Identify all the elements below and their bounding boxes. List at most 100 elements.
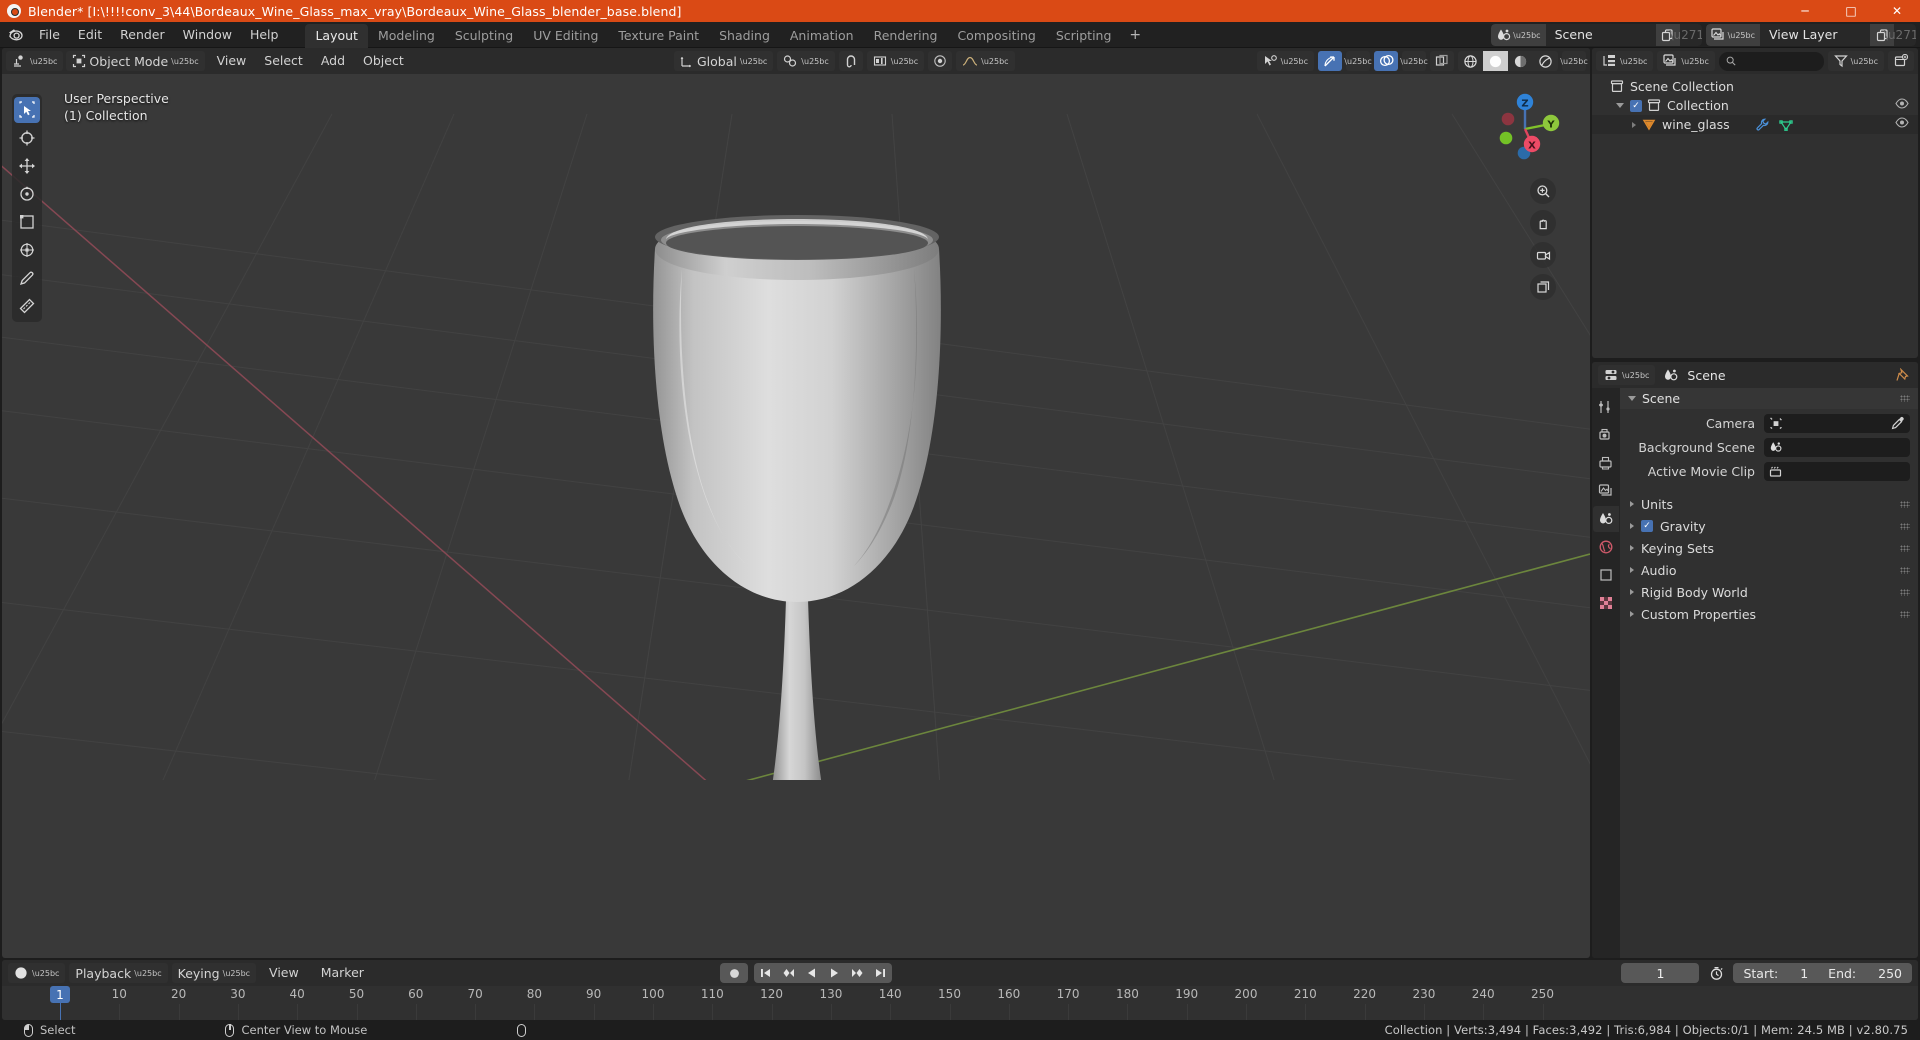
timeline-marker-menu[interactable]: Marker <box>312 963 373 983</box>
modifier-icon[interactable] <box>1756 118 1769 131</box>
start-frame-field[interactable]: Start: 1 <box>1733 963 1819 983</box>
xray-toggle[interactable] <box>1430 51 1454 71</box>
shading-dropdown[interactable]: \u25bc <box>1560 51 1588 71</box>
chevron-right-icon[interactable] <box>1630 567 1634 573</box>
workspace-tab-uv-editing[interactable]: UV Editing <box>523 24 608 48</box>
move-view-button[interactable] <box>1530 210 1556 236</box>
disclosure-triangle-icon[interactable] <box>1616 103 1624 108</box>
navigation-gizmo[interactable]: Z Y X <box>1484 88 1566 170</box>
outliner-new-collection-button[interactable] <box>1888 51 1914 71</box>
outliner-row-collection[interactable]: ✓ Collection <box>1592 96 1918 115</box>
proportional-falloff-selector[interactable]: \u25bc <box>956 51 1015 71</box>
visibility-checkbox[interactable]: ✓ <box>1630 99 1642 112</box>
outliner-display-mode-selector[interactable]: \u25bc <box>1657 51 1715 71</box>
properties-editor-type-selector[interactable]: \u25bc <box>1598 365 1656 385</box>
use-preview-range-icon[interactable] <box>1705 963 1727 983</box>
chevron-right-icon[interactable] <box>1630 589 1634 595</box>
gizmo-toggle[interactable] <box>1318 51 1342 71</box>
property-section-keying-sets[interactable]: Keying Sets <box>1620 538 1918 558</box>
workspace-tab-layout[interactable]: Layout <box>305 23 368 48</box>
menu-render[interactable]: Render <box>111 25 174 45</box>
jump-to-start-button[interactable] <box>754 963 777 983</box>
outliner-search-field[interactable] <box>1740 54 1817 68</box>
chevron-right-icon[interactable] <box>1630 523 1634 529</box>
current-frame-field[interactable]: 1 <box>1621 963 1700 983</box>
shading-solid[interactable] <box>1483 51 1508 71</box>
properties-tab-texture[interactable] <box>1593 590 1619 616</box>
cursor-tool[interactable] <box>14 125 40 151</box>
rotate-tool[interactable] <box>14 181 40 207</box>
disclosure-triangle-icon[interactable] <box>1632 121 1636 128</box>
timeline-view-menu[interactable]: View <box>260 963 308 983</box>
shading-material-preview[interactable] <box>1508 51 1533 71</box>
workspace-tab-shading[interactable]: Shading <box>709 24 780 48</box>
auto-keying-button[interactable] <box>720 963 748 983</box>
menu-help[interactable]: Help <box>241 25 288 45</box>
viewlayer-selector[interactable]: \u25bc View Layer \u2715 <box>1705 24 1916 46</box>
scene-panel-header[interactable]: Scene <box>1620 388 1918 409</box>
pin-id-icon[interactable] <box>1896 368 1910 382</box>
eye-icon[interactable] <box>1895 117 1909 128</box>
property-section-audio[interactable]: Audio <box>1620 560 1918 580</box>
previous-keyframe-button[interactable] <box>777 963 800 983</box>
chevron-right-icon[interactable] <box>1630 545 1634 551</box>
workspace-tab-modeling[interactable]: Modeling <box>368 24 445 48</box>
menu-file[interactable]: File <box>30 25 69 45</box>
select-box-tool[interactable] <box>14 97 40 123</box>
transform-orientation-selector[interactable]: Global \u25bc <box>674 51 774 71</box>
workspace-tab-compositing[interactable]: Compositing <box>947 24 1045 48</box>
overlays-dropdown[interactable]: \u25bc <box>1400 51 1428 71</box>
play-button[interactable] <box>823 963 846 983</box>
viewlayer-name[interactable]: View Layer <box>1760 24 1870 46</box>
timeline-editor[interactable]: \u25bc Playback \u25bc Keying \u25bc View … <box>2 960 1918 1020</box>
shading-wireframe[interactable] <box>1458 51 1483 71</box>
property-section-rigid-body-world[interactable]: Rigid Body World <box>1620 582 1918 602</box>
properties-editor[interactable]: \u25bc Scene Scene Camera Background Sce… <box>1592 362 1918 958</box>
menu-window[interactable]: Window <box>174 25 241 45</box>
viewport-menu-select[interactable]: Select <box>255 51 312 71</box>
eye-icon[interactable] <box>1895 98 1909 109</box>
workspace-tab-scripting[interactable]: Scripting <box>1046 24 1122 48</box>
outliner-editor[interactable]: \u25bc \u25bc \u25bc Scene Collection ✓ … <box>1592 48 1918 358</box>
timeline-playhead-line[interactable] <box>60 1003 61 1020</box>
editor-type-selector[interactable]: \u25bc <box>6 51 64 71</box>
properties-tab-output[interactable] <box>1593 450 1619 476</box>
snap-toggle[interactable] <box>838 51 863 71</box>
shading-rendered[interactable] <box>1533 51 1558 71</box>
chevron-right-icon[interactable] <box>1630 611 1634 617</box>
blender-menu-icon[interactable] <box>0 22 30 48</box>
properties-tab-world[interactable] <box>1593 534 1619 560</box>
properties-tab-object[interactable] <box>1593 562 1619 588</box>
workspace-tab-texture-paint[interactable]: Texture Paint <box>608 24 709 48</box>
scene-name[interactable]: Scene <box>1545 24 1656 46</box>
remove-viewlayer-button[interactable]: \u2715 <box>1884 24 1916 46</box>
gizmo-dropdown[interactable]: \u25bc <box>1344 51 1372 71</box>
outliner-editor-type-selector[interactable]: \u25bc <box>1596 51 1654 71</box>
property-section-custom-properties[interactable]: Custom Properties <box>1620 604 1918 624</box>
interaction-mode-selector[interactable]: Object Mode \u25bc <box>66 51 205 71</box>
maximize-button[interactable]: □ <box>1828 0 1874 22</box>
chevron-right-icon[interactable] <box>1630 501 1634 507</box>
timeline-editor-type-selector[interactable]: \u25bc <box>8 963 66 983</box>
unlink-scene-button[interactable]: \u2715 <box>1669 24 1702 46</box>
3d-viewport[interactable]: \u25bc Object Mode \u25bc View Select Add O… <box>2 48 1590 958</box>
workspace-tab-animation[interactable]: Animation <box>780 24 864 48</box>
properties-tab-scene[interactable] <box>1593 506 1619 532</box>
viewport-menu-object[interactable]: Object <box>354 51 413 71</box>
proportional-editing-toggle[interactable] <box>928 51 953 71</box>
outliner-row-wine_glass[interactable]: wine_glass <box>1592 115 1918 134</box>
add-workspace-button[interactable]: + <box>1121 24 1149 48</box>
play-reverse-button[interactable] <box>800 963 823 983</box>
object-type-visibility-selector[interactable]: \u25bc <box>1256 51 1314 71</box>
scene-selector[interactable]: \u25bc Scene \u2715 <box>1491 24 1702 46</box>
timeline-playback-menu[interactable]: Playback \u25bc <box>69 963 168 983</box>
properties-tab-render[interactable] <box>1593 422 1619 448</box>
property-value-field[interactable] <box>1764 438 1910 457</box>
snap-target-selector[interactable]: \u25bc <box>777 51 835 71</box>
mesh-data-icon[interactable] <box>1778 119 1793 131</box>
scale-tool[interactable] <box>14 209 40 235</box>
timeline-ruler[interactable]: › 10203040506070809010011012013014015016… <box>2 986 1918 1020</box>
property-value-field[interactable] <box>1764 462 1910 481</box>
properties-tab-viewlayer[interactable] <box>1593 478 1619 504</box>
end-frame-field[interactable]: End: 250 <box>1818 963 1912 983</box>
